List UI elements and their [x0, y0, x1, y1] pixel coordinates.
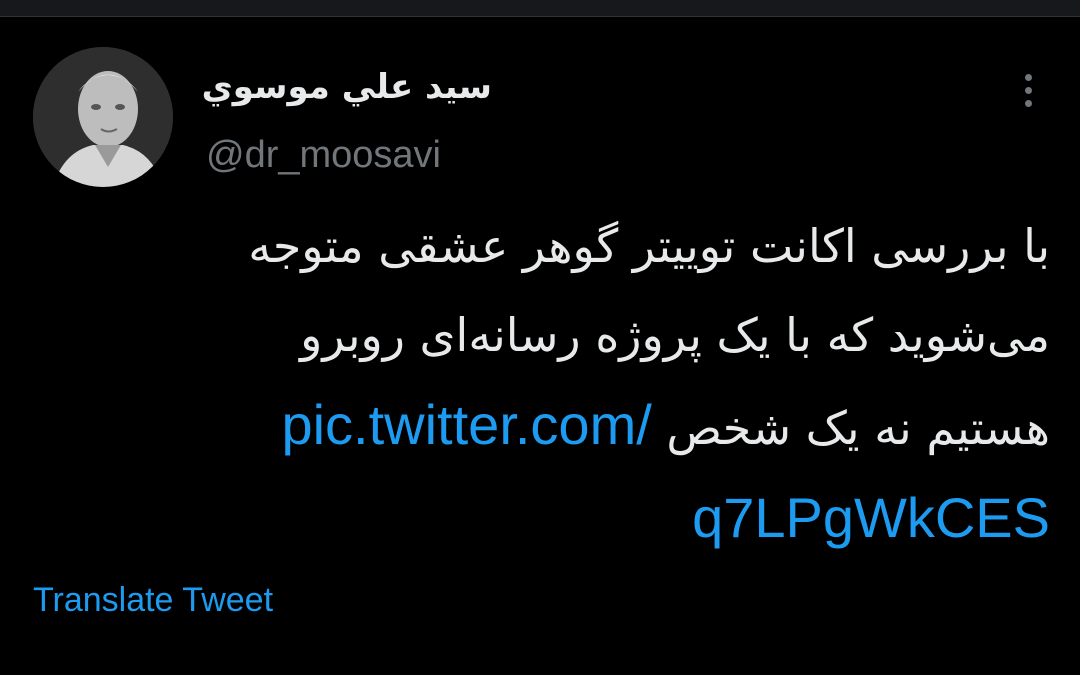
tweet-line-2: می‌شوید که با یک پروژه رسانه‌ای روبرو	[300, 308, 1050, 362]
top-divider	[0, 0, 1080, 17]
avatar-photo-icon	[33, 47, 173, 187]
tweet-link-part2[interactable]: q7LPgWkCES	[692, 486, 1050, 549]
more-dot	[1024, 99, 1032, 107]
more-dot	[1024, 73, 1032, 81]
translate-tweet-button[interactable]: Translate Tweet	[33, 578, 273, 622]
avatar[interactable]	[33, 47, 173, 187]
tweet-line-4: q7LPgWkCES	[40, 473, 1050, 566]
tweet-line-3-text: هستیم نه یک شخص	[666, 401, 1050, 455]
tweet-line-3: هستیم نه یک شخص pic.twitter.com/	[40, 380, 1050, 473]
tweet-text: با بررسی اکانت توییتر گوهر عشقی متوجه می…	[40, 202, 1050, 566]
more-vertical-icon[interactable]	[1010, 66, 1046, 114]
more-dot	[1024, 86, 1032, 94]
author-handle[interactable]: @dr_moosavi	[206, 132, 441, 178]
tweet-link-part1[interactable]: pic.twitter.com/	[281, 393, 651, 456]
author-display-name[interactable]: سيد علي موسوي	[200, 62, 492, 112]
tweet-line-1: با بررسی اکانت توییتر گوهر عشقی متوجه	[248, 219, 1050, 273]
